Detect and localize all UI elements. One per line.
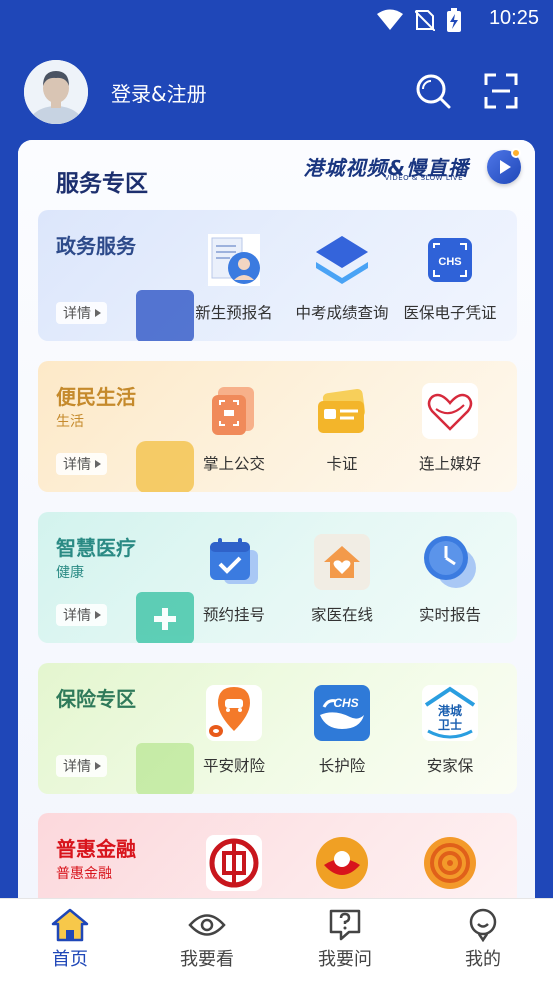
service-item[interactable]: CHS 医保电子凭证 <box>396 232 504 323</box>
banner-subtitle: VIDEO & SLOW LIVE <box>384 174 463 182</box>
card-gov-services: 政务服务 详情 新生预报名 中考成绩查询 CHS 医保电子凭证 <box>38 210 517 341</box>
service-item[interactable]: CHS 长护险 <box>288 685 396 776</box>
card-title: 便民生活 <box>56 385 136 409</box>
triangle-right-icon <box>95 309 101 317</box>
detail-button[interactable]: 详情 <box>56 604 107 626</box>
card-inclusive-finance: 普惠金融 普惠金融 <box>38 813 517 900</box>
guard-house-icon: 港城 卫士 <box>422 685 478 741</box>
service-item[interactable]: 家医在线 <box>288 534 396 625</box>
wifi-icon <box>377 9 403 35</box>
service-item[interactable] <box>288 835 396 891</box>
triangle-right-icon <box>95 460 101 468</box>
nav-profile[interactable]: 我的 <box>433 907 533 971</box>
triangle-right-icon <box>95 762 101 770</box>
svg-text:CHS: CHS <box>333 696 358 710</box>
card-title: 保险专区 <box>56 687 136 711</box>
card-title: 智慧医疗 <box>56 536 136 560</box>
status-bar: 10:25 <box>0 0 553 40</box>
video-live-banner[interactable]: 港城视频&慢直播 VIDEO & SLOW LIVE <box>241 146 521 190</box>
service-item[interactable]: 连上媒好 <box>396 383 504 474</box>
profile-icon <box>433 907 533 943</box>
card-smart-medical: 智慧医疗 健康 详情 预约挂号 家医在线 实时报告 <box>38 512 517 643</box>
service-label: 实时报告 <box>418 606 481 624</box>
id-card-icon <box>314 383 370 439</box>
service-label: 新生预报名 <box>195 304 273 322</box>
no-sim-icon <box>414 9 436 35</box>
avatar[interactable] <box>24 60 88 124</box>
card-title: 普惠金融 <box>56 837 136 861</box>
nav-label: 首页 <box>52 949 88 970</box>
coin-pattern-icon <box>422 835 478 891</box>
service-item[interactable]: 平安财险 <box>180 685 288 776</box>
chs-code-icon: CHS <box>422 232 478 288</box>
detail-button[interactable]: 详情 <box>56 755 107 777</box>
scan-icon[interactable] <box>484 73 518 113</box>
enrollment-icon <box>206 232 262 288</box>
status-icons <box>377 8 461 36</box>
nav-home[interactable]: 首页 <box>20 907 120 971</box>
icbc-bank-icon <box>206 835 262 891</box>
service-label: 平安财险 <box>202 757 265 775</box>
service-item[interactable]: 港城 卫士 安家保 <box>396 685 504 776</box>
card-convenient-life: 便民生活 生活 详情 掌上公交 卡证 连上媒好 <box>38 361 517 492</box>
service-item[interactable]: 实时报告 <box>396 534 504 625</box>
car-insurance-icon <box>206 685 262 741</box>
nav-watch[interactable]: 我要看 <box>157 907 257 971</box>
service-label: 中考成绩查询 <box>295 304 389 322</box>
svg-text:卫士: 卫士 <box>438 717 462 732</box>
svg-text:港城: 港城 <box>438 703 462 718</box>
service-item[interactable]: 卡证 <box>288 383 396 474</box>
nav-label: 我要看 <box>180 949 234 970</box>
service-item[interactable] <box>180 835 288 891</box>
heart-logo-icon <box>422 383 478 439</box>
eye-icon <box>157 907 257 943</box>
service-label: 长护险 <box>318 757 366 775</box>
card-subtitle: 生活 <box>56 414 84 430</box>
nav-label: 我要问 <box>318 949 372 970</box>
service-label: 连上媒好 <box>418 455 481 473</box>
triangle-right-icon <box>95 611 101 619</box>
detail-button[interactable]: 详情 <box>56 453 107 475</box>
service-area-title: 服务专区 <box>56 171 148 197</box>
home-icon <box>20 907 120 943</box>
bottom-nav: 首页 我要看 我要问 我的 <box>0 898 553 983</box>
search-icon[interactable] <box>415 73 451 113</box>
service-label: 预约挂号 <box>202 606 265 624</box>
service-label: 安家保 <box>426 757 474 775</box>
notification-dot <box>511 148 521 158</box>
bank-logo-icon <box>314 835 370 891</box>
service-item[interactable]: 掌上公交 <box>180 383 288 474</box>
bus-card-icon <box>206 383 262 439</box>
clock-icon <box>422 534 478 590</box>
service-item[interactable]: 中考成绩查询 <box>288 232 396 323</box>
service-label: 卡证 <box>326 455 358 473</box>
svg-text:CHS: CHS <box>438 256 461 268</box>
service-item[interactable]: 预约挂号 <box>180 534 288 625</box>
card-insurance: 保险专区 详情 平安财险 CHS 长护险 港城 卫士 安家保 <box>38 663 517 794</box>
service-item[interactable]: 新生预报名 <box>180 232 288 323</box>
nav-ask[interactable]: 我要问 <box>295 907 395 971</box>
home-heart-icon <box>314 534 370 590</box>
card-title: 政务服务 <box>56 234 136 258</box>
card-subtitle: 健康 <box>56 565 84 581</box>
app-header: 登录&注册 <box>0 40 553 136</box>
login-register-link[interactable]: 登录&注册 <box>111 78 207 107</box>
service-label: 医保电子凭证 <box>403 304 497 322</box>
question-icon <box>295 907 395 943</box>
service-label: 掌上公交 <box>202 455 265 473</box>
battery-charging-icon <box>447 8 461 36</box>
service-label: 家医在线 <box>310 606 373 624</box>
service-item[interactable] <box>396 835 504 891</box>
detail-button[interactable]: 详情 <box>56 302 107 324</box>
chs-hand-icon: CHS <box>314 685 370 741</box>
status-time: 10:25 <box>488 7 539 29</box>
service-area: 服务专区 港城视频&慢直播 VIDEO & SLOW LIVE 政务服务 详情 … <box>18 140 535 900</box>
calendar-check-icon <box>206 534 262 590</box>
nav-label: 我的 <box>465 949 501 970</box>
layers-icon <box>314 232 370 288</box>
card-subtitle: 普惠金融 <box>56 866 112 882</box>
